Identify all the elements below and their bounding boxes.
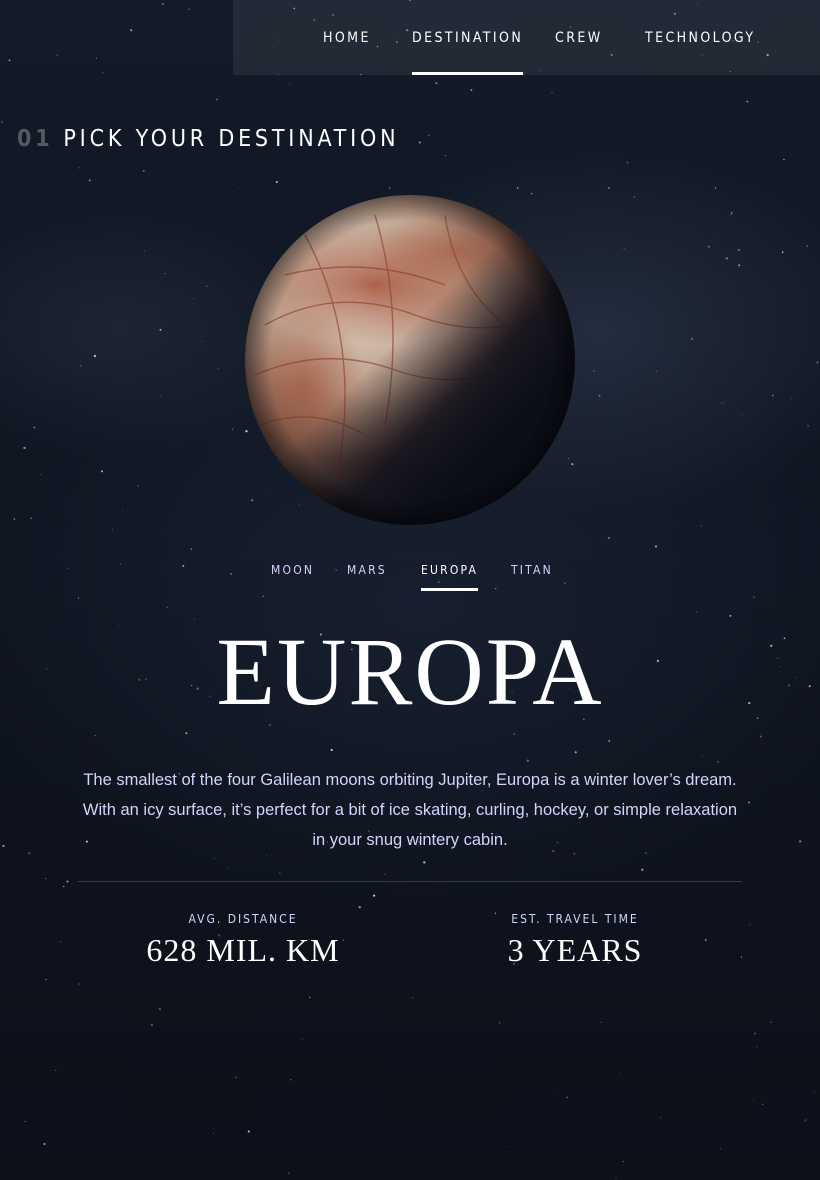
- divider: [78, 881, 742, 882]
- stat-distance-label: AVG. DISTANCE: [188, 912, 298, 926]
- nav-crew-label: CREW: [555, 30, 603, 46]
- europa-planet-image: [245, 195, 575, 525]
- page-title-text: PICK YOUR DESTINATION: [63, 126, 400, 152]
- destination-tabs: MOON MARS EUROPA TITAN: [0, 560, 820, 594]
- page-title: 01 PICK YOUR DESTINATION: [17, 126, 399, 152]
- tab-europa-label: EUROPA: [421, 563, 479, 577]
- tab-active-indicator: [421, 588, 479, 591]
- stat-travel-time-value: 3 YEARS: [507, 932, 643, 968]
- nav-crew[interactable]: CREW: [555, 0, 603, 75]
- tab-moon[interactable]: MOON: [271, 560, 314, 591]
- nav-home[interactable]: HOME: [323, 0, 371, 75]
- tab-titan-label: TITAN: [511, 563, 553, 577]
- nav-technology[interactable]: TECHNOLOGY: [645, 0, 755, 75]
- stat-distance-value: 628 MIL. KM: [146, 932, 340, 968]
- tab-mars[interactable]: MARS: [347, 560, 387, 591]
- destination-name: EUROPA: [216, 618, 604, 725]
- page-title-number: 01: [17, 126, 54, 152]
- nav-destination-label: DESTINATION: [412, 30, 524, 46]
- stat-travel-time-label: EST. TRAVEL TIME: [511, 912, 639, 926]
- tab-moon-label: MOON: [271, 563, 315, 577]
- tab-mars-label: MARS: [347, 563, 387, 577]
- nav-home-label: HOME: [323, 30, 371, 46]
- stat-distance: AVG. DISTANCE 628 MIL. KM: [78, 910, 408, 972]
- tab-europa[interactable]: EUROPA: [421, 560, 479, 591]
- stat-travel-time: EST. TRAVEL TIME 3 YEARS: [410, 910, 740, 972]
- destination-description: The smallest of the four Galilean moons …: [82, 771, 738, 849]
- tab-titan[interactable]: TITAN: [511, 560, 553, 591]
- nav-destination[interactable]: DESTINATION: [412, 0, 524, 75]
- nav-active-indicator: [412, 72, 524, 75]
- main-nav: HOME DESTINATION CREW TECHNOLOGY: [233, 0, 820, 75]
- nav-technology-label: TECHNOLOGY: [645, 30, 756, 46]
